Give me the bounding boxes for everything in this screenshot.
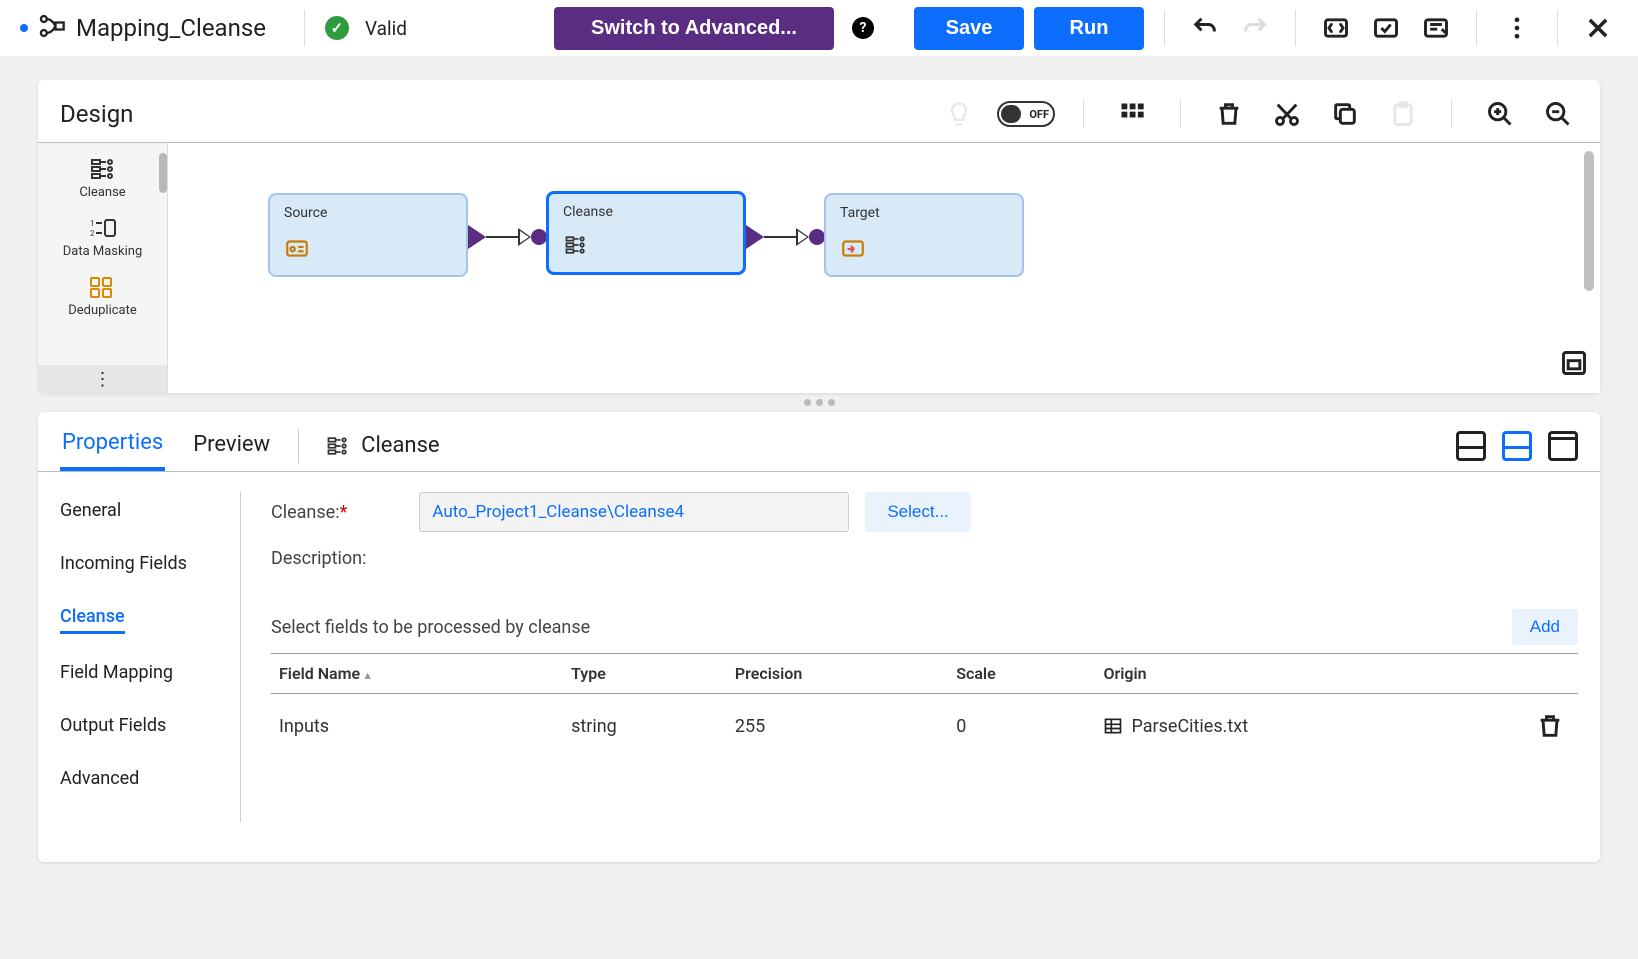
properties-panel: Properties Preview Cleanse General Incom…: [38, 412, 1600, 862]
sidenav-advanced[interactable]: Advanced: [60, 768, 220, 793]
col-precision[interactable]: Precision: [727, 654, 948, 694]
node-label: Source: [284, 205, 452, 221]
cleanse-field-label: Cleanse:*: [271, 502, 347, 523]
layout-full-button[interactable]: [1548, 431, 1578, 461]
valid-check-icon: ✓: [325, 16, 349, 40]
cleanse-asset-input[interactable]: Auto_Project1_Cleanse\Cleanse4: [419, 492, 849, 532]
mapping-icon: [38, 12, 66, 44]
svg-text:1: 1: [90, 219, 95, 228]
context-transformation: Cleanse: [325, 433, 439, 458]
cell-scale: 0: [948, 694, 1095, 759]
tab-properties[interactable]: Properties: [60, 420, 165, 471]
palette-item-deduplicate[interactable]: Deduplicate: [38, 267, 167, 326]
top-bar: Mapping_Cleanse ✓ Valid Switch to Advanc…: [0, 0, 1638, 56]
node-label: Target: [840, 205, 1008, 221]
palette-more-button[interactable]: ⋮: [38, 365, 167, 393]
node-source[interactable]: Source: [268, 193, 468, 277]
tab-preview[interactable]: Preview: [191, 422, 272, 469]
separator: [1295, 10, 1296, 46]
cell-precision: 255: [727, 694, 948, 759]
sidenav-general[interactable]: General: [60, 500, 220, 525]
cut-button[interactable]: [1267, 94, 1307, 134]
paste-button: [1383, 94, 1423, 134]
fields-table: Field Name▲ Type Precision Scale Origin …: [271, 653, 1578, 758]
table-row[interactable]: Inputs string 255 0 ParseCities.txt: [271, 694, 1578, 759]
col-type[interactable]: Type: [563, 654, 727, 694]
palette-label: Data Masking: [63, 244, 143, 259]
panel-resize-handle[interactable]: [38, 393, 1600, 412]
canvas-scrollbar[interactable]: [1584, 151, 1594, 291]
cell-type: string: [563, 694, 727, 759]
cell-field-name: Inputs: [271, 694, 563, 759]
parameters-button[interactable]: [1316, 8, 1356, 48]
node-label: Cleanse: [563, 204, 729, 220]
layout-split-button[interactable]: [1502, 431, 1532, 461]
design-title: Design: [60, 100, 133, 128]
table-icon: [1103, 716, 1123, 736]
connector: [746, 225, 825, 249]
validate-button[interactable]: [1366, 8, 1406, 48]
minimap-button[interactable]: [1554, 343, 1594, 383]
switch-advanced-button[interactable]: Switch to Advanced...: [554, 7, 834, 50]
hint-icon: [939, 94, 979, 134]
palette-item-cleanse[interactable]: Cleanse: [38, 149, 167, 208]
zoom-in-button[interactable]: [1480, 94, 1520, 134]
palette-item-data-masking[interactable]: 12 Data Masking: [38, 208, 167, 267]
preview-toggle[interactable]: OFF: [997, 101, 1055, 127]
context-label: Cleanse: [361, 433, 439, 458]
target-icon: [840, 235, 866, 265]
redo-button: [1235, 8, 1275, 48]
zoom-out-button[interactable]: [1538, 94, 1578, 134]
separator: [304, 10, 305, 46]
cleanse-icon: [563, 232, 589, 262]
select-cleanse-button[interactable]: Select...: [865, 492, 970, 532]
col-scale[interactable]: Scale: [948, 654, 1095, 694]
delete-button[interactable]: [1209, 94, 1249, 134]
sidenav-cleanse[interactable]: Cleanse: [60, 606, 125, 634]
run-button[interactable]: Run: [1034, 7, 1144, 50]
undo-button[interactable]: [1185, 8, 1225, 48]
sidenav-output-fields[interactable]: Output Fields: [60, 715, 220, 740]
source-icon: [284, 235, 310, 265]
sql-button[interactable]: [1416, 8, 1456, 48]
design-canvas[interactable]: Source Cleanse Target: [168, 143, 1600, 393]
sidenav-incoming-fields[interactable]: Incoming Fields: [60, 553, 220, 578]
palette-scrollbar[interactable]: [159, 153, 167, 193]
node-target[interactable]: Target: [824, 193, 1024, 277]
col-field-name[interactable]: Field Name▲: [271, 654, 563, 694]
copy-button[interactable]: [1325, 94, 1365, 134]
save-button[interactable]: Save: [914, 7, 1024, 50]
node-cleanse[interactable]: Cleanse: [546, 191, 746, 275]
table-instruction: Select fields to be processed by cleanse: [271, 617, 590, 638]
separator: [1476, 10, 1477, 46]
separator: [1557, 10, 1558, 46]
connector: [468, 225, 547, 249]
page-title: Mapping_Cleanse: [76, 14, 284, 42]
valid-label: Valid: [365, 17, 407, 40]
layout-bottom-button[interactable]: [1456, 431, 1486, 461]
col-origin[interactable]: Origin: [1095, 654, 1522, 694]
arrange-button[interactable]: [1112, 94, 1152, 134]
svg-text:2: 2: [90, 229, 95, 238]
description-label: Description:: [271, 548, 1578, 569]
help-icon[interactable]: ?: [852, 17, 874, 39]
separator: [1164, 10, 1165, 46]
palette-label: Cleanse: [79, 185, 125, 200]
design-panel: Design OFF Cleanse: [38, 80, 1600, 393]
cell-origin: ParseCities.txt: [1095, 694, 1522, 759]
delete-row-button[interactable]: [1530, 706, 1570, 746]
close-button[interactable]: [1578, 8, 1618, 48]
add-field-button[interactable]: Add: [1512, 609, 1578, 645]
more-menu-button[interactable]: [1497, 8, 1537, 48]
properties-sidenav: General Incoming Fields Cleanse Field Ma…: [60, 492, 220, 822]
sidenav-field-mapping[interactable]: Field Mapping: [60, 662, 220, 687]
unsaved-indicator: [20, 24, 28, 32]
transformation-palette: Cleanse 12 Data Masking Deduplicate ⋮: [38, 143, 168, 393]
palette-label: Deduplicate: [68, 303, 137, 318]
